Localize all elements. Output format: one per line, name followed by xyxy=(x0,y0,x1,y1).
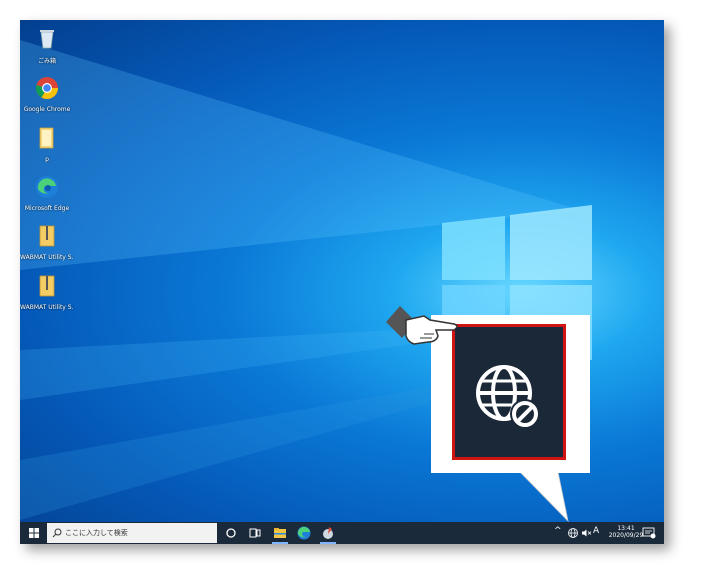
zip-folder-icon xyxy=(39,225,55,247)
ime-indicator[interactable]: A xyxy=(593,527,599,536)
task-view-icon[interactable] xyxy=(247,525,263,541)
taskbar: ここに入力して検索 ^ A 13:41 2020/09/29 xyxy=(20,522,664,544)
notification-center-icon[interactable] xyxy=(642,527,656,539)
cortana-icon[interactable] xyxy=(223,525,239,541)
windows-start-icon[interactable] xyxy=(24,522,44,544)
desktop-icon-folder[interactable]: p xyxy=(20,126,74,163)
pinned-app-icon[interactable] xyxy=(320,525,336,541)
desktop-icon-label: Microsoft Edge xyxy=(24,205,70,212)
desktop-icon-zip-1[interactable]: WABMAT Utility S... xyxy=(20,224,74,261)
tray-overflow-chevron-icon[interactable]: ^ xyxy=(554,527,562,536)
search-placeholder: ここに入力して検索 xyxy=(65,529,128,537)
desktop-icon-label: WABMAT Utility S... xyxy=(20,254,74,261)
pointing-hand-icon xyxy=(386,306,458,345)
folder-icon xyxy=(39,127,54,149)
highlighted-network-icon-box xyxy=(452,324,566,460)
desktop-icon-chrome[interactable]: Google Chrome xyxy=(20,76,74,113)
zip-folder-icon xyxy=(39,275,55,297)
network-globe-icon[interactable] xyxy=(567,527,579,539)
running-indicator xyxy=(272,542,288,544)
file-explorer-icon[interactable] xyxy=(272,525,288,541)
desktop-icon-zip-2[interactable]: WABMAT Utility S... xyxy=(20,274,74,311)
desktop-icon-label: Google Chrome xyxy=(23,106,71,113)
volume-muted-icon[interactable] xyxy=(580,527,592,539)
search-icon xyxy=(52,528,62,538)
running-indicator xyxy=(320,542,336,544)
recycle-bin-icon xyxy=(40,30,54,49)
desktop-icon-label: WABMAT Utility S... xyxy=(20,304,74,311)
edge-icon xyxy=(36,176,58,198)
edge-taskbar-icon[interactable] xyxy=(296,525,312,541)
desktop-icon-label: p xyxy=(45,156,49,163)
desktop-icon-edge[interactable]: Microsoft Edge xyxy=(20,175,74,212)
network-globe-disconnected-icon xyxy=(476,365,540,429)
chrome-icon xyxy=(35,77,58,99)
taskbar-search-box[interactable]: ここに入力して検索 xyxy=(47,523,217,543)
desktop-icon-label: ごみ箱 xyxy=(37,58,56,65)
desktop-icon-recycle-bin[interactable]: ごみ箱 xyxy=(20,26,74,65)
